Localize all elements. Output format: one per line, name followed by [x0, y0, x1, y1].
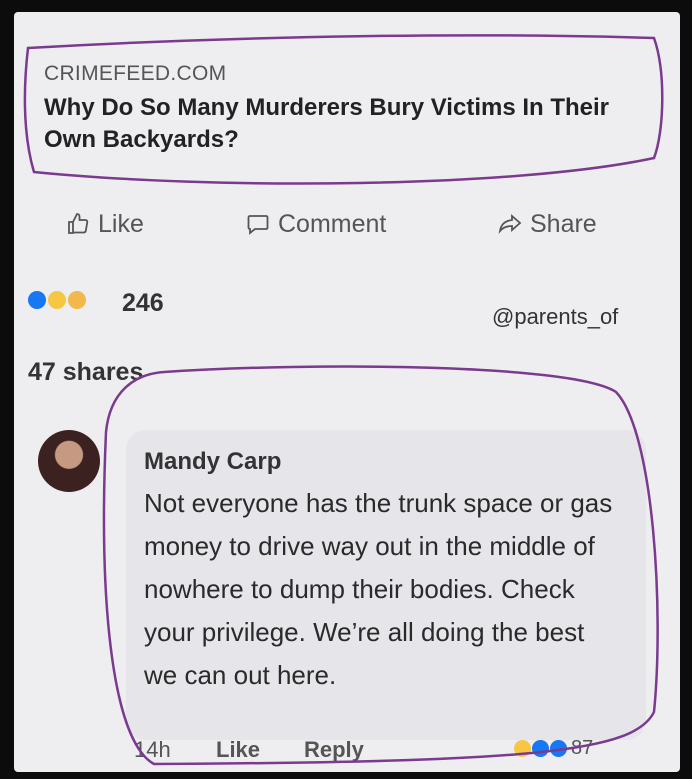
- haha-reaction-icon: [48, 291, 66, 309]
- reaction-icons: [28, 291, 86, 309]
- watermark: @parents_of: [492, 304, 619, 329]
- reaction-count: 246: [122, 289, 164, 317]
- share-arrow-icon: [498, 214, 522, 235]
- comment-reply-link[interactable]: Reply: [304, 737, 364, 763]
- comment-like-link[interactable]: Like: [216, 737, 260, 763]
- comment-time[interactable]: 14h: [134, 737, 171, 763]
- comment-bubble: Mandy Carp Not everyone has the trunk sp…: [126, 430, 646, 740]
- link-headline: Why Do So Many Murderers Bury Victims In…: [44, 94, 610, 153]
- like-button[interactable]: Like: [66, 204, 144, 244]
- comment-reactions[interactable]: 87: [514, 737, 593, 760]
- comment-button[interactable]: Comment: [246, 204, 386, 244]
- share-label: Share: [530, 209, 597, 238]
- comment-text: Not everyone has the trunk space or gas …: [144, 488, 613, 690]
- like-label: Like: [98, 209, 144, 238]
- share-button[interactable]: Share: [498, 204, 597, 244]
- commenter-avatar[interactable]: [38, 430, 100, 492]
- like-reaction-icon: [532, 740, 549, 757]
- comment-author[interactable]: Mandy Carp: [144, 448, 281, 476]
- like-reaction-icon: [550, 740, 567, 757]
- like-reaction-icon: [28, 291, 46, 309]
- comment-label: Comment: [278, 209, 387, 238]
- thumbs-up-icon: [68, 213, 89, 234]
- comment-reaction-count: 87: [571, 737, 594, 759]
- wow-reaction-icon: [68, 291, 86, 309]
- facebook-post-screen: CRIMEFEED.COM Why Do So Many Murderers B…: [14, 12, 680, 772]
- post-actions-bar: Like Comment Share: [14, 204, 680, 254]
- link-source: CRIMEFEED.COM: [44, 62, 227, 85]
- shares-count[interactable]: 47 shares: [28, 358, 143, 387]
- haha-reaction-icon: [514, 740, 531, 757]
- link-preview[interactable]: CRIMEFEED.COM Why Do So Many Murderers B…: [24, 44, 664, 194]
- comment-bubble-icon: [247, 215, 269, 235]
